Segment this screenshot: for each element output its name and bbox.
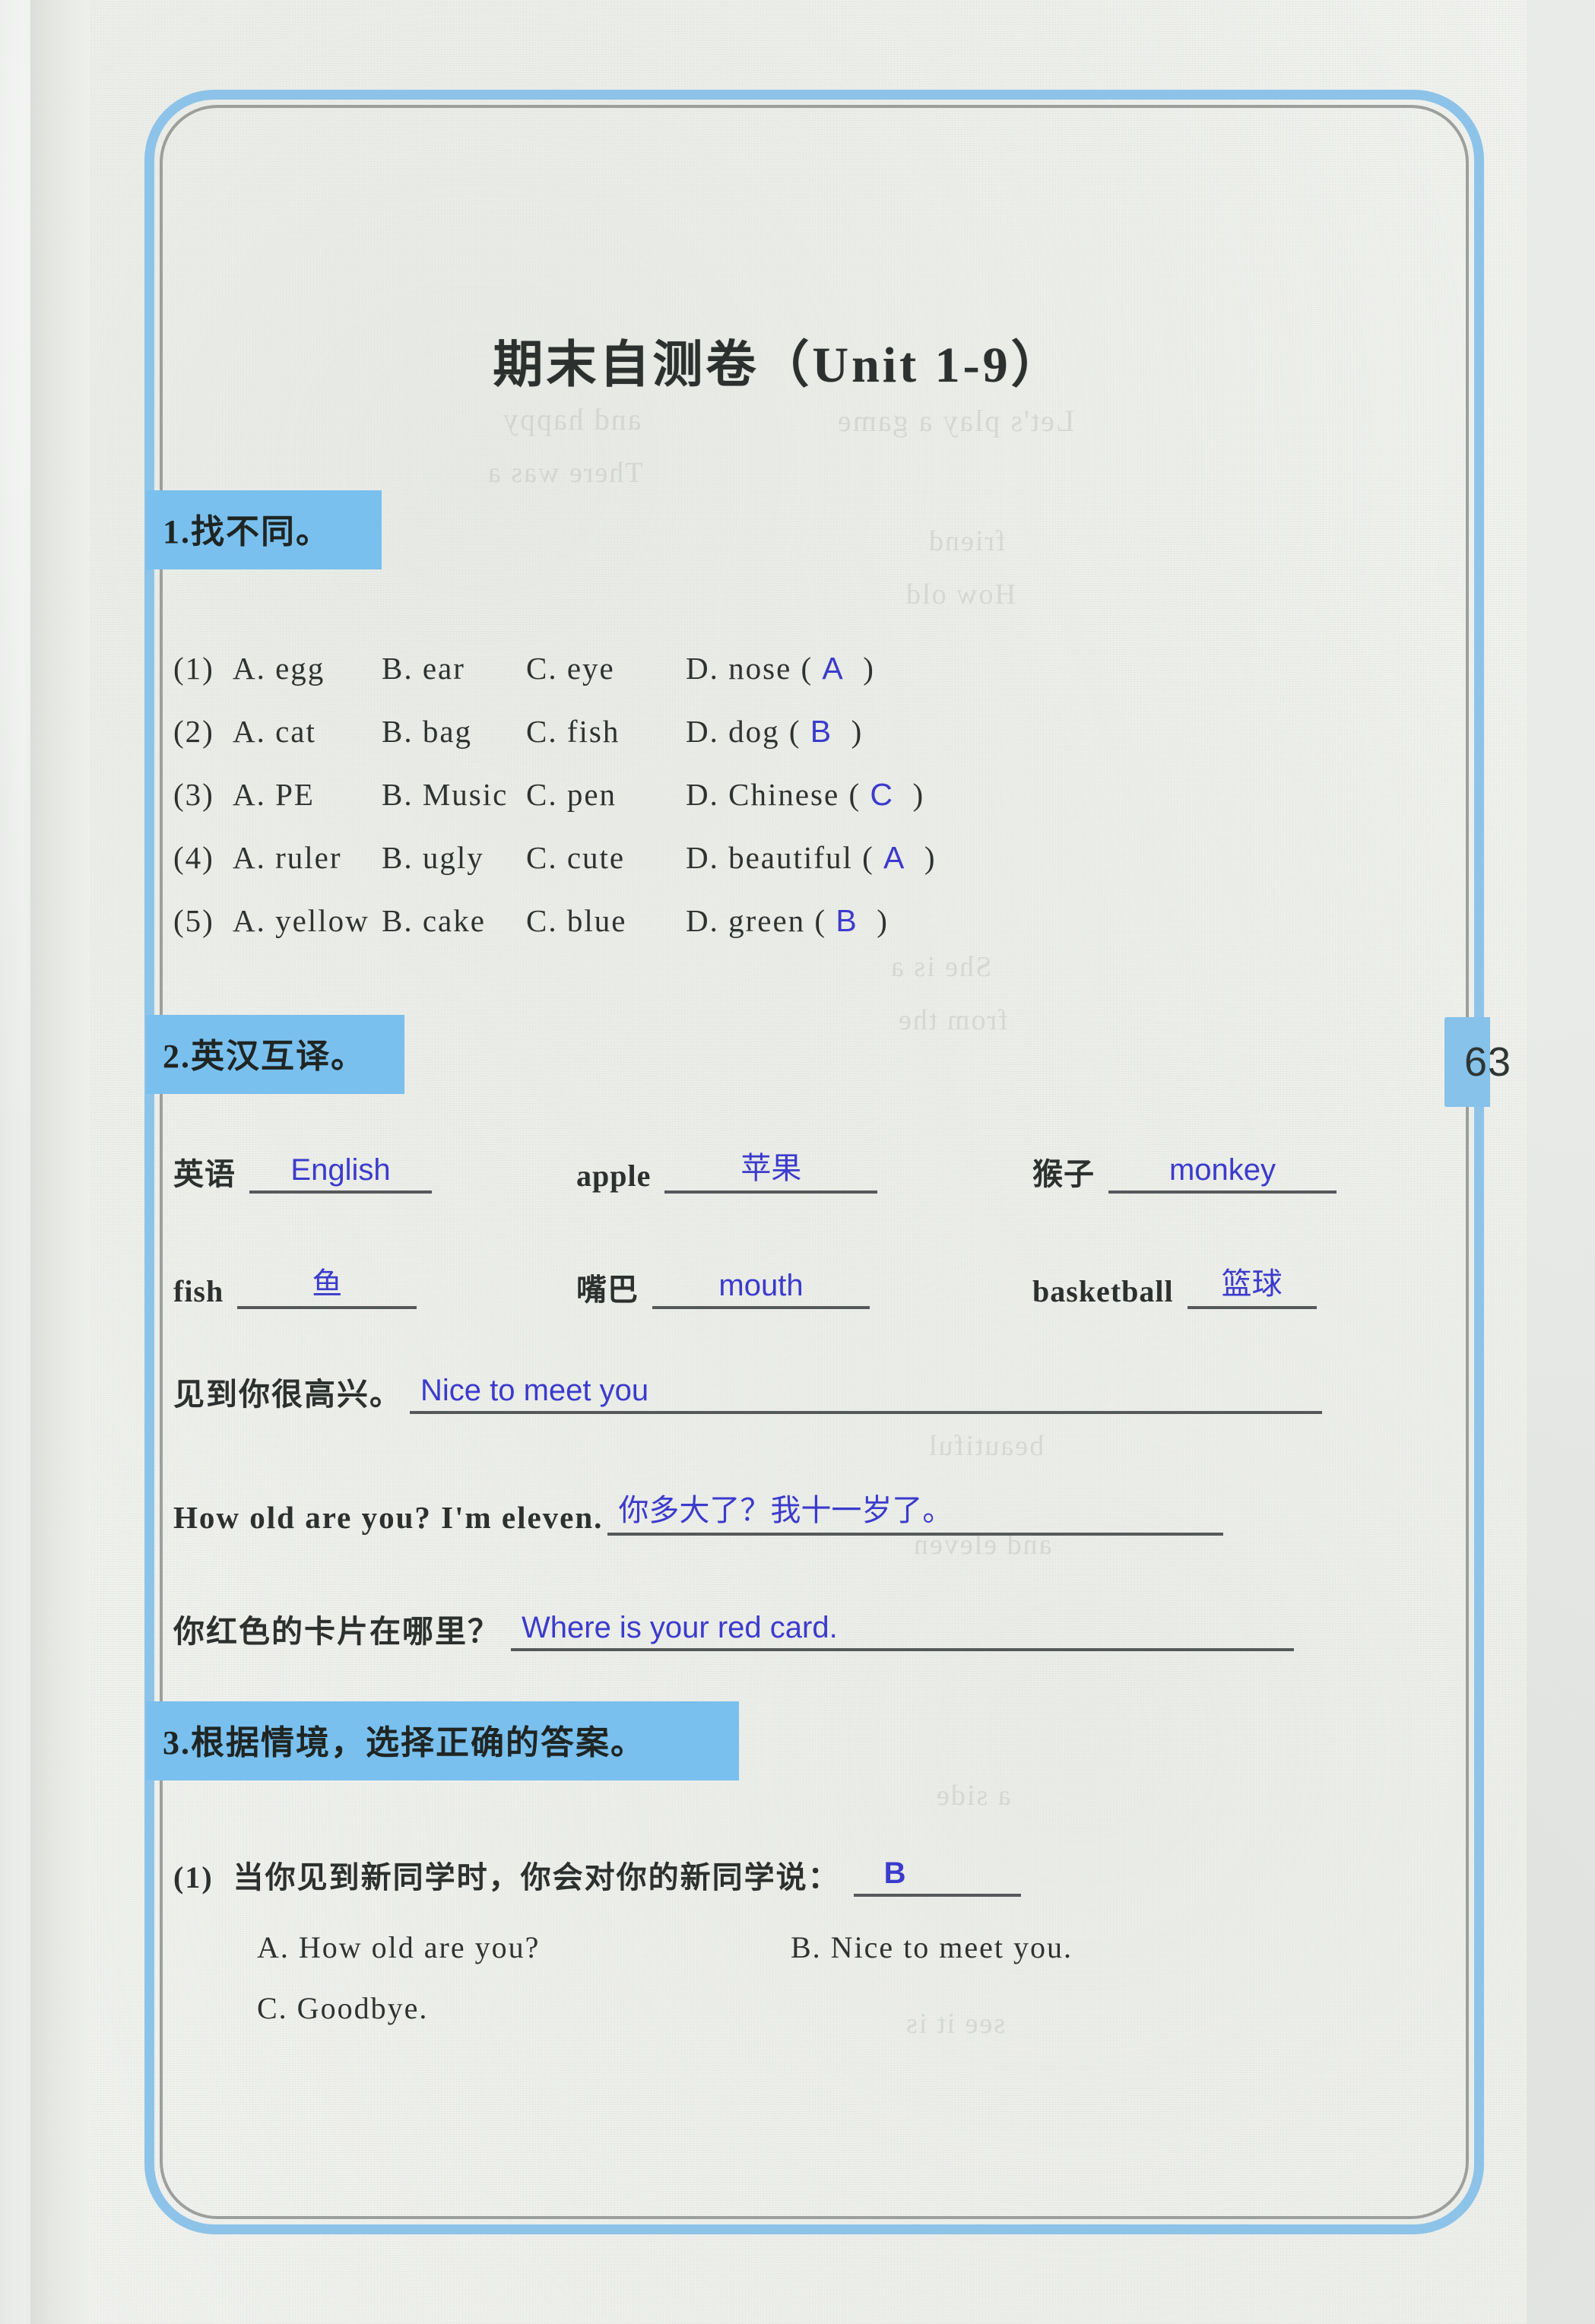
answer-ink: Nice to meet you xyxy=(420,1374,649,1407)
option-a: A. egg xyxy=(233,651,325,686)
translation-row: 英语 English xyxy=(173,1148,432,1194)
answer-blank[interactable]: English xyxy=(249,1148,432,1194)
question-number: (2) xyxy=(173,714,214,749)
option-b: B. Nice to meet you. xyxy=(791,1930,1073,1964)
sentence-prompt: 见到你很高兴。 xyxy=(173,1377,402,1412)
option-d: D. green xyxy=(686,903,806,938)
sentence-prompt: 你红色的卡片在哪里？ xyxy=(173,1614,500,1649)
translation-row: 嘴巴 mouth xyxy=(576,1263,870,1309)
option-c: C. pen xyxy=(526,777,617,812)
word-prompt: basketball xyxy=(1032,1274,1174,1308)
option-b: B. cake xyxy=(382,903,486,938)
translation-row: 猴子 monkey xyxy=(1032,1148,1337,1194)
sentence-row: 你红色的卡片在哪里？ Where is your red card. xyxy=(173,1606,1294,1651)
section-heading-2: 2.英汉互译。 xyxy=(146,1015,404,1094)
answer-blank[interactable]: 篮球 xyxy=(1187,1263,1317,1309)
option-c: C. eye xyxy=(526,651,615,686)
option-d: D. beautiful xyxy=(686,840,853,875)
page-title: 期末自测卷（Unit 1-9） xyxy=(493,338,1064,393)
question-row: (5) A. yellow B. cake C. blue D. green ( B ) xyxy=(173,903,889,938)
option-b: B. bag xyxy=(382,714,473,749)
option-b: B. Music xyxy=(382,777,509,812)
answer-ink: 鱼 xyxy=(312,1267,343,1301)
word-prompt: 猴子 xyxy=(1032,1157,1095,1191)
option-a: A. yellow xyxy=(233,903,369,938)
answer-ink: A xyxy=(883,840,906,875)
answer-ink: 你多大了？我十一岁了。 xyxy=(618,1494,953,1527)
answer-blank[interactable]: 苹果 xyxy=(664,1148,878,1194)
word-prompt: 嘴巴 xyxy=(576,1273,639,1307)
option-b: B. ear xyxy=(382,651,465,686)
question-row: (4) A. ruler B. ugly C. cute D. beautiful ( … xyxy=(173,840,937,875)
paper-sheet: and happy Let's play a game There was a … xyxy=(30,0,1527,2324)
option-d: D. nose xyxy=(686,651,792,686)
answer-ink: B xyxy=(810,714,833,749)
option-b: B. ugly xyxy=(382,840,484,875)
question-number: (4) xyxy=(173,840,214,875)
answer-ink: monkey xyxy=(1169,1153,1276,1187)
question-row: (1) 当你见到新同学时，你会对你的新同学说： B xyxy=(173,1851,1021,1897)
section-heading-3: 3.根据情境，选择正确的答案。 xyxy=(146,1701,739,1780)
option-c: C. blue xyxy=(526,903,627,938)
answer-blank[interactable]: Where is your red card. xyxy=(511,1606,1294,1651)
question-number: (3) xyxy=(173,777,214,812)
answer-ink: 苹果 xyxy=(740,1152,802,1185)
page-number: 63 xyxy=(1464,1039,1512,1085)
question-number: (1) xyxy=(173,1860,214,1894)
answer-blank[interactable]: B xyxy=(853,1851,1021,1897)
question-number: (1) xyxy=(173,651,214,686)
word-prompt: 英语 xyxy=(173,1157,236,1191)
answer-blank[interactable]: Nice to meet you xyxy=(410,1368,1322,1414)
sentence-row: How old are you? I'm eleven. 你多大了？我十一岁了。 xyxy=(173,1490,1224,1536)
sentence-row: 见到你很高兴。 Nice to meet you xyxy=(173,1368,1322,1414)
question-row: (2) A. cat B. bag C. fish D. dog ( B ) xyxy=(173,714,864,749)
question-number: (5) xyxy=(173,903,214,938)
option-c: C. fish xyxy=(526,714,620,749)
section-heading-1: 1.找不同。 xyxy=(146,490,382,569)
option-c: C. cute xyxy=(526,840,626,875)
sentence-prompt: How old are you? I'm eleven. xyxy=(173,1500,604,1535)
option-a: A. PE xyxy=(233,777,315,812)
question-stem: 当你见到新同学时，你会对你的新同学说： xyxy=(233,1860,840,1894)
answer-ink: C xyxy=(870,777,894,812)
translation-row: apple 苹果 xyxy=(576,1148,878,1194)
translation-row: basketball 篮球 xyxy=(1032,1263,1317,1309)
answer-ink: mouth xyxy=(718,1269,804,1302)
answer-ink: B xyxy=(836,903,858,938)
question-row: (3) A. PE B. Music C. pen D. Chinese ( C ) xyxy=(173,777,925,812)
page-number-tab: 63 xyxy=(1444,1017,1527,1107)
answer-ink: 篮球 xyxy=(1221,1267,1283,1301)
option-d: D. Chinese xyxy=(686,777,840,812)
option-c: C. Goodbye. xyxy=(257,1991,429,2025)
answer-ink: B xyxy=(883,1856,908,1890)
word-prompt: apple xyxy=(576,1159,652,1193)
option-a: A. cat xyxy=(233,714,316,749)
question-row: (1) A. egg B. ear C. eye D. nose ( A ) xyxy=(173,651,875,686)
answer-blank[interactable]: monkey xyxy=(1108,1148,1337,1194)
option-d: D. dog xyxy=(686,714,780,749)
answer-ink: English xyxy=(290,1153,391,1187)
option-a: A. How old are you? xyxy=(257,1930,541,1964)
answer-blank[interactable]: 你多大了？我十一岁了。 xyxy=(607,1490,1224,1536)
answer-ink: Where is your red card. xyxy=(522,1611,838,1644)
worksheet-content: 期末自测卷（Unit 1-9） 1.找不同。 (1) A. egg B. ear C.… xyxy=(30,0,1527,2324)
answer-blank[interactable]: mouth xyxy=(652,1263,870,1309)
translation-row: fish 鱼 xyxy=(173,1263,417,1309)
word-prompt: fish xyxy=(173,1274,224,1308)
option-a: A. ruler xyxy=(233,840,342,875)
answer-blank[interactable]: 鱼 xyxy=(237,1263,417,1309)
answer-ink: A xyxy=(822,651,845,686)
